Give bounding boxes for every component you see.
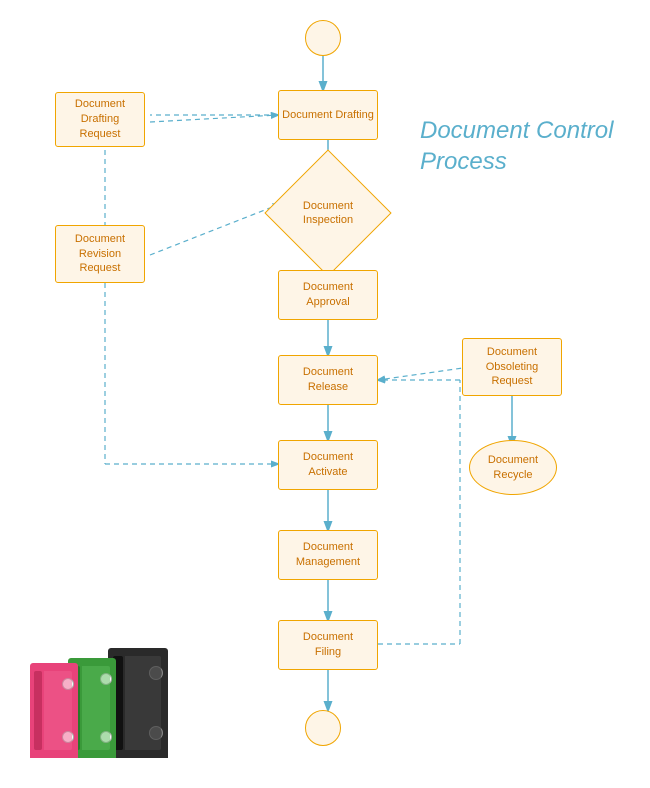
document-recycle-label: DocumentRecycle bbox=[488, 453, 538, 483]
obsoleting-request-box: DocumentObsoletingRequest bbox=[462, 338, 562, 396]
revision-request-label: DocumentRevisionRequest bbox=[75, 232, 125, 277]
document-inspection-label: DocumentInspection bbox=[303, 199, 353, 228]
diagram-title: Document Control Process bbox=[420, 115, 650, 177]
document-release-box: DocumentRelease bbox=[278, 355, 378, 405]
start-circle bbox=[305, 20, 341, 56]
document-filing-label: DocumentFiling bbox=[303, 630, 353, 660]
end-circle bbox=[305, 710, 341, 746]
binder-illustration bbox=[20, 638, 180, 758]
document-approval-label: DocumentApproval bbox=[303, 280, 353, 310]
document-management-label: DocumentManagement bbox=[296, 540, 360, 570]
document-filing-box: DocumentFiling bbox=[278, 620, 378, 670]
obsoleting-request-label: DocumentObsoletingRequest bbox=[486, 345, 539, 390]
diagram-container: Document Drafting DocumentInspection Doc… bbox=[0, 0, 650, 788]
document-approval-box: DocumentApproval bbox=[278, 270, 378, 320]
document-inspection-diamond: DocumentInspection bbox=[280, 165, 376, 261]
document-activate-label: DocumentActivate bbox=[303, 450, 353, 480]
drafting-request-box: DocumentDraftingRequest bbox=[55, 92, 145, 147]
document-drafting-box: Document Drafting bbox=[278, 90, 378, 140]
document-release-label: DocumentRelease bbox=[303, 365, 353, 395]
document-management-box: DocumentManagement bbox=[278, 530, 378, 580]
document-recycle-oval: DocumentRecycle bbox=[469, 440, 557, 495]
drafting-request-label: DocumentDraftingRequest bbox=[75, 97, 125, 142]
document-drafting-label: Document Drafting bbox=[282, 108, 374, 123]
document-activate-box: DocumentActivate bbox=[278, 440, 378, 490]
revision-request-box: DocumentRevisionRequest bbox=[55, 225, 145, 283]
